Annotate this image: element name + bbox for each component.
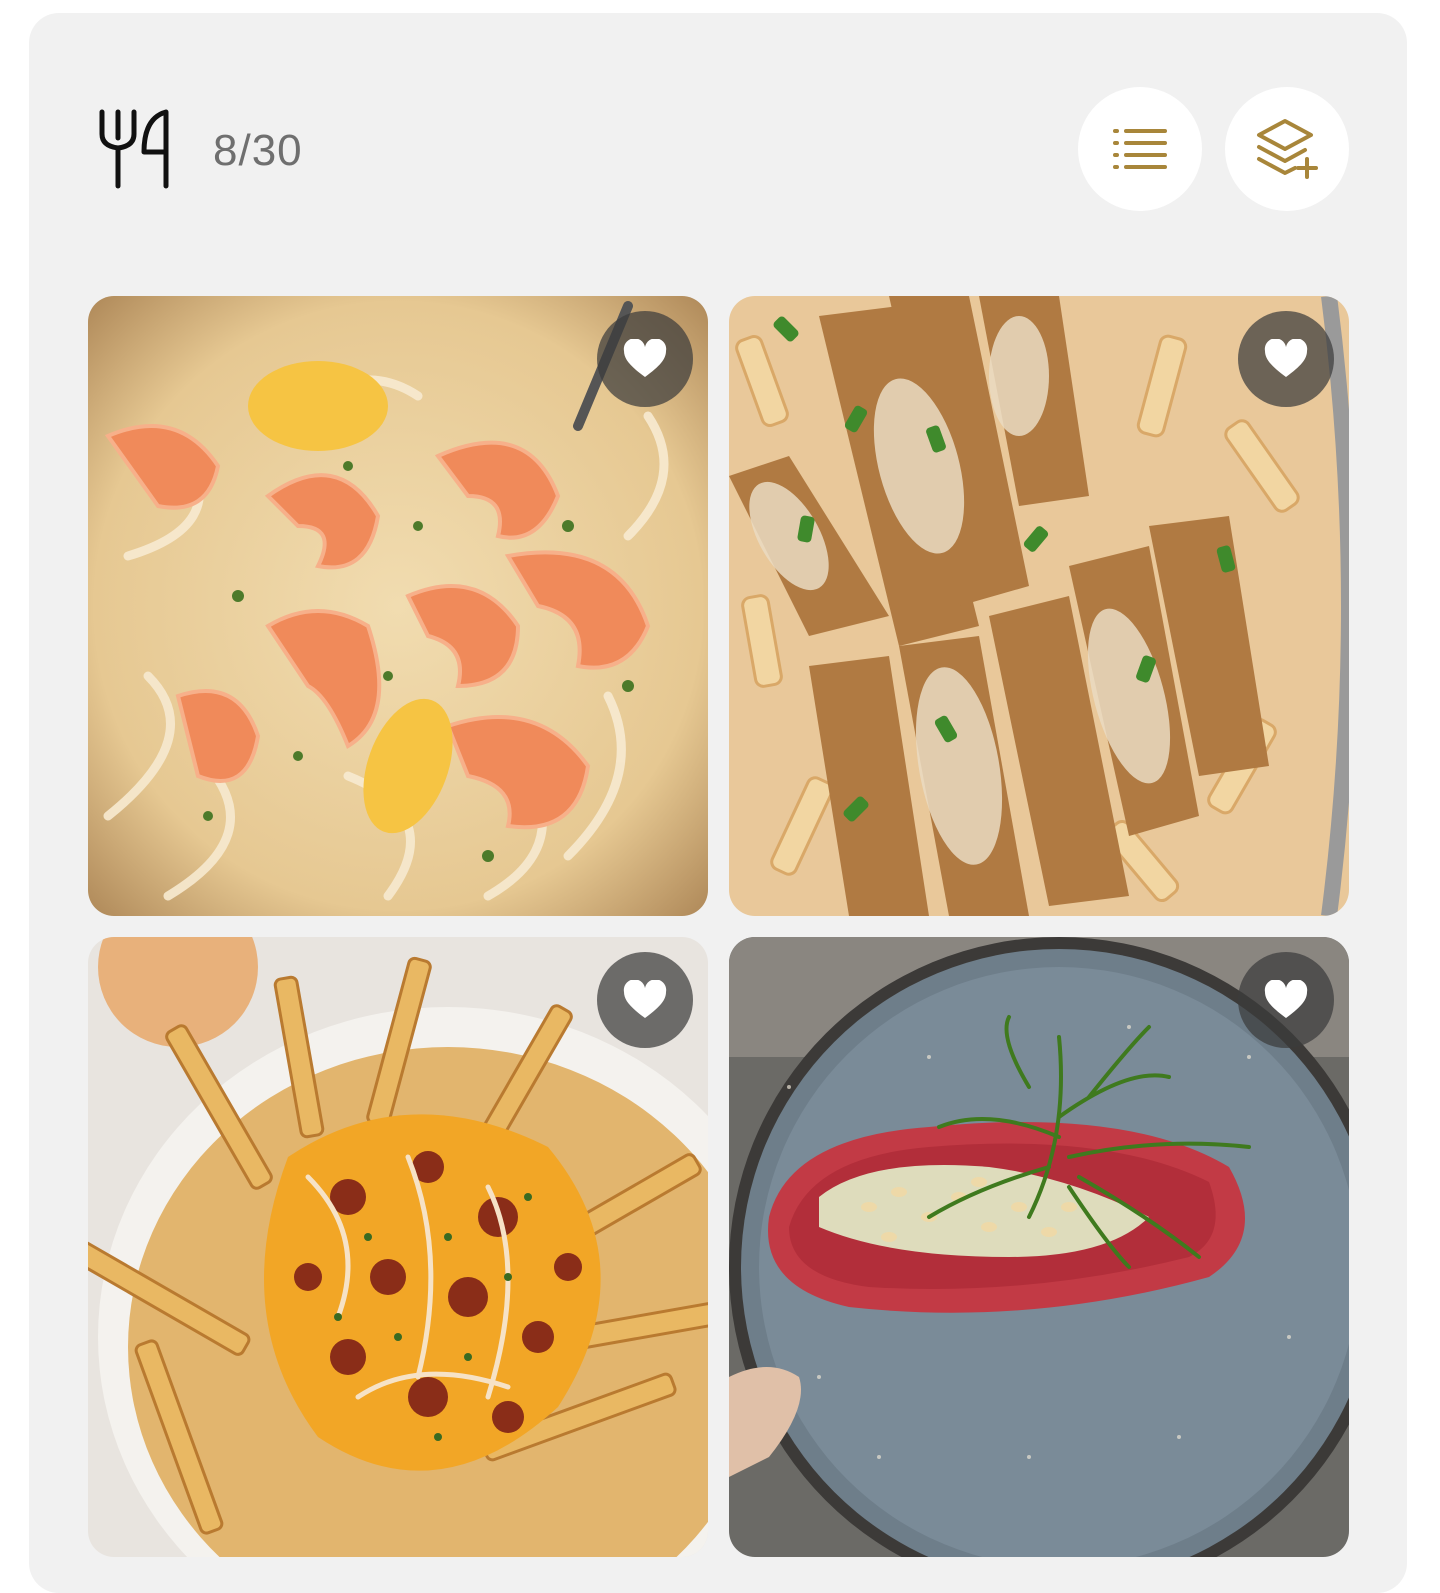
heart-icon [1264,980,1308,1018]
add-layer-button[interactable] [1225,87,1349,211]
favorite-button[interactable] [597,311,693,407]
heart-icon [623,339,667,377]
fork-knife-icon [99,109,169,189]
favorite-button[interactable] [1238,952,1334,1048]
favorite-button[interactable] [1238,311,1334,407]
favorite-button[interactable] [597,952,693,1048]
list-icon [1113,129,1167,169]
recipe-card[interactable] [88,296,708,916]
recipe-card[interactable] [729,296,1349,916]
heart-icon [1264,339,1308,377]
recipe-card[interactable] [88,937,708,1557]
heart-icon [623,980,667,1018]
recipe-card[interactable] [729,937,1349,1557]
layers-plus-icon [1257,119,1318,179]
recipe-counter: 8/30 [213,126,303,175]
list-view-button[interactable] [1078,87,1202,211]
